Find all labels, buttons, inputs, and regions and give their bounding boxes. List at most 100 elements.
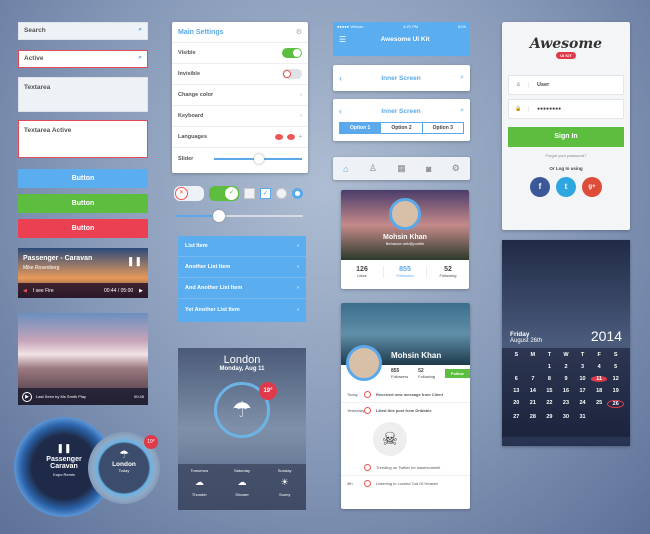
languages-label: Languages: [178, 134, 208, 140]
checkbox-unchecked[interactable]: [244, 188, 255, 199]
forecast-day: Tomorrow: [190, 468, 209, 473]
search-icon[interactable]: ⌕: [460, 107, 464, 115]
language-flag-icon[interactable]: [274, 134, 283, 140]
calendar-day-cell[interactable]: 16: [558, 388, 575, 394]
calendar-day-cell[interactable]: 14: [525, 388, 542, 394]
invisible-toggle[interactable]: [282, 69, 302, 79]
user-field[interactable]: ♙ User: [508, 75, 624, 95]
calendar-day-cell[interactable]: 24: [574, 400, 591, 408]
segment-option-1[interactable]: Option 1: [340, 123, 381, 133]
sun-icon: ☀: [280, 477, 289, 487]
change-color-label: Change color: [178, 92, 214, 98]
feed-item[interactable]: Today Received new message from Client: [341, 387, 470, 403]
stat-following-label: Following: [439, 273, 457, 278]
play-icon[interactable]: ▶: [22, 391, 32, 402]
user-icon[interactable]: ♙: [369, 163, 377, 174]
calendar-day-cell[interactable]: 9: [558, 376, 575, 382]
calendar-day-cell[interactable]: 22: [541, 400, 558, 408]
standalone-slider[interactable]: [175, 210, 303, 222]
list-item[interactable]: And Another List Item ›: [178, 278, 306, 299]
change-color-row[interactable]: Change color ›: [172, 85, 308, 106]
red-button[interactable]: Button: [18, 219, 148, 238]
checkbox-checked[interactable]: ✓: [260, 188, 271, 199]
gear-icon[interactable]: ⚙: [296, 28, 302, 36]
calendar-day-cell[interactable]: 15: [541, 388, 558, 394]
music-title: Passenger - Caravan: [23, 255, 93, 262]
visible-toggle[interactable]: [282, 48, 302, 58]
calendar-day-cell[interactable]: 12: [607, 376, 624, 382]
next-icon[interactable]: ▶: [139, 288, 143, 294]
weather-card: London Monday, Aug 11 ☂ 19° Tomorrow ☁ Thu…: [178, 348, 306, 510]
password-field[interactable]: 🔒 ●●●●●●●●: [508, 99, 624, 119]
calendar-day-cell[interactable]: 13: [508, 388, 525, 394]
calendar-day-cell[interactable]: 11: [590, 376, 608, 382]
avatar: [346, 345, 382, 381]
radio-unchecked[interactable]: [276, 188, 287, 199]
calendar-day-cell[interactable]: 21: [525, 400, 542, 408]
active-input[interactable]: Active ⌕: [18, 50, 148, 68]
list-panel: List Item › Another List Item › And Anothe…: [178, 236, 306, 322]
calendar-day-cell[interactable]: 28: [525, 414, 542, 420]
menu-icon[interactable]: ☰: [339, 35, 346, 44]
off-toggle[interactable]: ✕: [174, 186, 204, 201]
list-item[interactable]: List Item ›: [178, 236, 306, 257]
calendar-day-cell[interactable]: 19: [607, 388, 624, 394]
search-placeholder: Search: [24, 27, 46, 34]
textarea[interactable]: Textarea: [18, 77, 148, 112]
calendar-day-cell[interactable]: 1: [541, 364, 558, 370]
prev-icon[interactable]: ◀: [23, 288, 27, 294]
settings-slider[interactable]: [214, 153, 302, 164]
music-icon: [364, 480, 371, 487]
pause-icon[interactable]: ❚❚: [127, 256, 142, 267]
sign-in-button[interactable]: Sign In: [508, 127, 624, 147]
feed-item[interactable]: Yesterday Liked this post from Dribbble: [341, 403, 470, 418]
forgot-password-link[interactable]: Forgot your password?: [502, 153, 630, 158]
circle-weather-widget: ☂ London Today 19°: [88, 432, 160, 504]
feed-item[interactable]: Trending on Twitter for #awesomekit: [341, 460, 470, 476]
keyboard-row[interactable]: Keyboard ›: [172, 106, 308, 127]
gear-icon[interactable]: ⚙: [452, 163, 460, 174]
camera-icon[interactable]: ◙: [426, 164, 431, 174]
calendar-day-cell[interactable]: 17: [574, 388, 591, 394]
home-icon[interactable]: ⌂: [343, 164, 348, 174]
google-plus-icon[interactable]: g+: [582, 177, 602, 197]
calendar-day-cell[interactable]: 2: [558, 364, 575, 370]
search-input[interactable]: Search ⌕: [18, 22, 148, 40]
feed-time: Yesterday: [347, 408, 365, 413]
calendar-day-cell[interactable]: 27: [508, 414, 525, 420]
segment-option-2[interactable]: Option 2: [380, 123, 421, 133]
textarea-active[interactable]: Textarea Active: [18, 120, 148, 158]
on-toggle[interactable]: ✓: [209, 186, 239, 201]
calendar-day-cell[interactable]: 30: [558, 414, 575, 420]
search-icon[interactable]: ⌕: [460, 74, 464, 82]
green-button[interactable]: Button: [18, 194, 148, 213]
blue-button[interactable]: Button: [18, 169, 148, 188]
list-item[interactable]: Yet Another List Item ›: [178, 299, 306, 320]
calendar-day-cell[interactable]: 26: [607, 400, 624, 408]
calendar-day-cell[interactable]: 18: [591, 388, 608, 394]
follow-button[interactable]: Follow: [445, 369, 470, 378]
calendar-day-cell[interactable]: 6: [508, 376, 525, 382]
calendar-day-cell[interactable]: 7: [525, 376, 542, 382]
stat-likes-label: Likes: [357, 273, 367, 278]
calendar-day-cell[interactable]: 25: [591, 400, 608, 408]
search-icon: ⌕: [138, 26, 142, 33]
calendar-icon[interactable]: ▦: [397, 163, 406, 174]
calendar-day-cell[interactable]: 10: [574, 376, 591, 382]
calendar-day-cell[interactable]: 4: [591, 364, 608, 370]
feed-item[interactable]: 4th Listening to Locked Out Of Heaven: [341, 476, 470, 491]
calendar-day-cell[interactable]: 8: [541, 376, 558, 382]
calendar-day-cell[interactable]: 5: [607, 364, 624, 370]
segment-option-3[interactable]: Option 3: [421, 123, 463, 133]
add-icon[interactable]: +: [299, 134, 302, 140]
calendar-day-cell[interactable]: 3: [574, 364, 591, 370]
twitter-icon[interactable]: t: [556, 177, 576, 197]
facebook-icon[interactable]: f: [530, 177, 550, 197]
radio-checked[interactable]: [292, 188, 303, 199]
calendar-day-cell[interactable]: 20: [508, 400, 525, 408]
calendar-day-cell[interactable]: 29: [541, 414, 558, 420]
calendar-day-cell[interactable]: 23: [558, 400, 575, 408]
list-item[interactable]: Another List Item ›: [178, 257, 306, 278]
calendar-day-cell[interactable]: 31: [574, 414, 591, 420]
language-flag-icon[interactable]: [286, 134, 295, 140]
